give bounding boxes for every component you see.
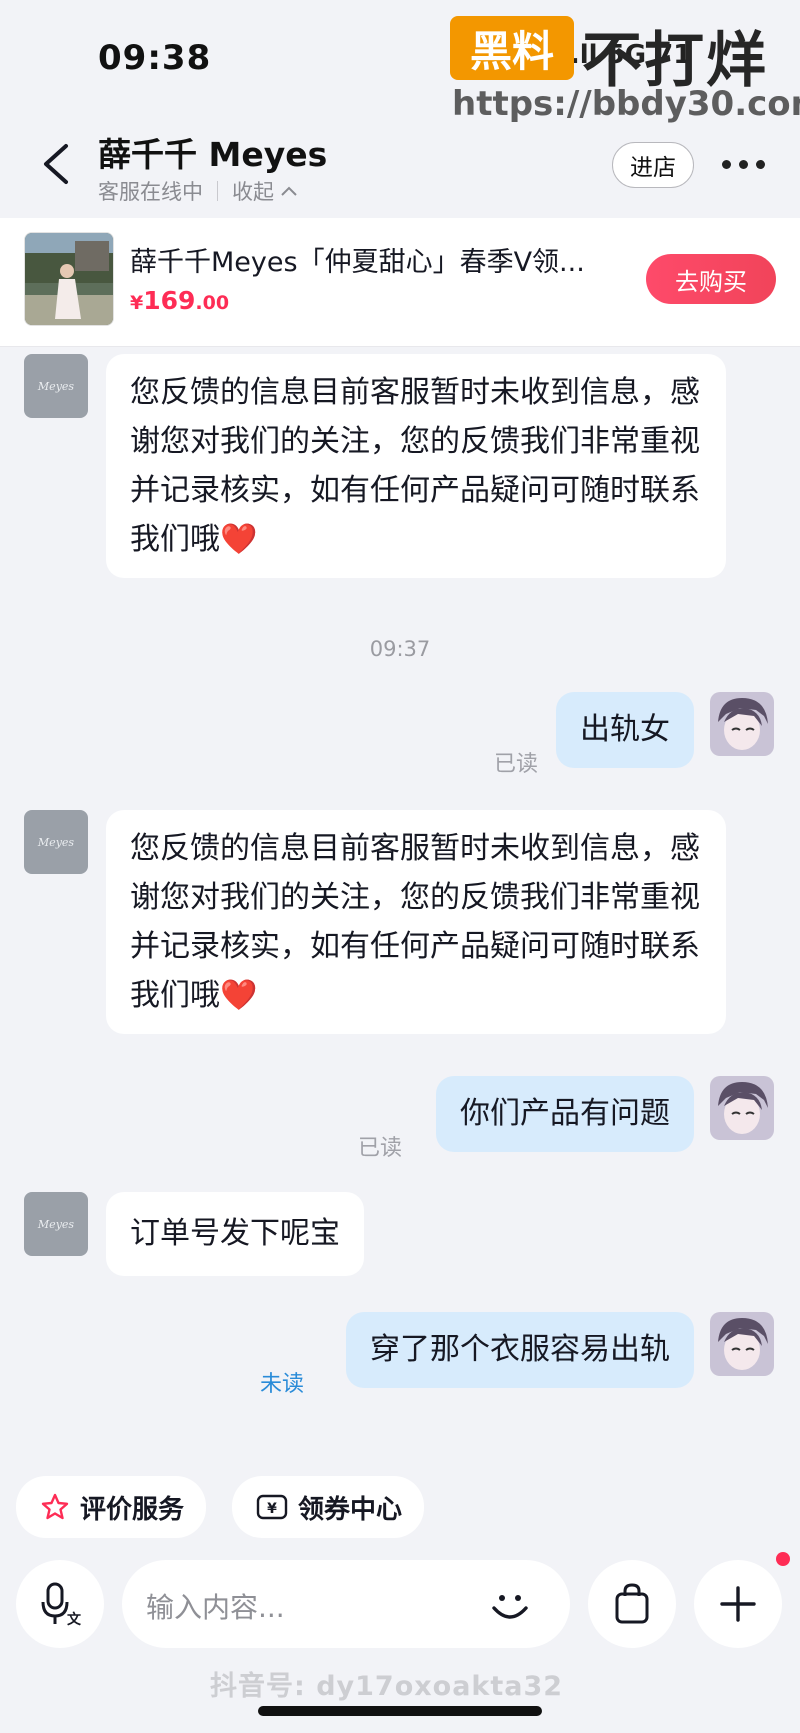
product-thumbnail[interactable] xyxy=(24,232,114,326)
message-input[interactable]: 输入内容... xyxy=(122,1560,570,1648)
unread-status: 未读 xyxy=(259,1372,304,1397)
shop-avatar[interactable]: Meyes xyxy=(24,810,88,874)
price-decimal: .00 xyxy=(195,292,230,314)
dot-icon xyxy=(722,159,731,169)
buy-button[interactable]: 去购买 xyxy=(646,254,776,304)
user-avatar[interactable] xyxy=(710,1312,774,1376)
user-avatar[interactable] xyxy=(710,1076,774,1140)
message-bubble-user[interactable]: 出轨女 xyxy=(556,692,694,768)
service-status: 客服在线中 xyxy=(98,180,203,204)
voice-input-button[interactable]: 文 xyxy=(16,1560,104,1648)
watermark-badge: 黑料 xyxy=(450,16,574,80)
message-bubble-user[interactable]: 你们产品有问题 xyxy=(436,1076,694,1152)
user-avatar[interactable] xyxy=(710,692,774,756)
dot-icon xyxy=(756,159,765,169)
product-price: ¥169.00 xyxy=(130,286,229,315)
message-input-placeholder: 输入内容... xyxy=(146,1591,285,1624)
anime-avatar-icon xyxy=(710,1076,774,1140)
chevron-up-icon xyxy=(281,186,297,196)
status-time: 09:38 xyxy=(98,38,212,78)
watermark-url: https://bbdy30.com xyxy=(452,84,800,124)
price-integer: 169 xyxy=(143,286,196,315)
coupon-center-button[interactable]: ¥ 领券中心 xyxy=(232,1476,425,1538)
star-icon xyxy=(41,1493,69,1520)
shop-avatar[interactable]: Meyes xyxy=(24,354,88,418)
message-bubble-shop[interactable]: 您反馈的信息目前客服暂时未收到信息，感谢您对我们的关注，您的反馈我们非常重视并记… xyxy=(106,354,726,578)
rate-service-button[interactable]: 评价服务 xyxy=(16,1476,207,1538)
douyin-id-watermark: 抖音号: dy17oxoakta32 xyxy=(210,1671,564,1702)
chevron-left-icon xyxy=(44,144,68,184)
read-status: 已读 xyxy=(357,1136,402,1161)
emoji-icon[interactable] xyxy=(488,1584,532,1628)
product-photo-icon xyxy=(25,233,113,325)
divider xyxy=(217,181,218,201)
rate-service-label: 评价服务 xyxy=(80,1494,185,1525)
collapse-label: 收起 xyxy=(232,180,274,204)
anime-avatar-icon xyxy=(710,692,774,756)
coupon-icon: ¥ xyxy=(256,1494,288,1520)
home-indicator[interactable] xyxy=(258,1706,542,1716)
collapse-toggle[interactable]: 收起 xyxy=(232,176,298,206)
product-picker-button[interactable] xyxy=(588,1560,676,1648)
svg-text:¥: ¥ xyxy=(267,1501,277,1517)
anime-avatar-icon xyxy=(710,1312,774,1376)
shop-avatar[interactable]: Meyes xyxy=(24,1192,88,1256)
coupon-center-label: 领券中心 xyxy=(298,1494,403,1525)
chat-title: 薛千千 Meyes xyxy=(98,135,328,174)
shopping-bag-icon xyxy=(615,1583,649,1624)
plus-icon xyxy=(720,1586,756,1622)
svg-text:文: 文 xyxy=(67,1611,82,1628)
message-bubble-shop[interactable]: 您反馈的信息目前客服暂时未收到信息，感谢您对我们的关注，您的反馈我们非常重视并记… xyxy=(106,810,726,1034)
more-actions-button[interactable] xyxy=(694,1560,782,1648)
dot-icon xyxy=(739,159,748,169)
product-card[interactable]: 薛千千Meyes「仲夏甜心」春季V领... ¥169.00 去购买 xyxy=(0,218,800,347)
message-bubble-user[interactable]: 穿了那个衣服容易出轨 xyxy=(346,1312,694,1388)
read-status: 已读 xyxy=(493,752,538,777)
message-bubble-shop[interactable]: 订单号发下呢宝 xyxy=(106,1192,364,1276)
product-name[interactable]: 薛千千Meyes「仲夏甜心」春季V领... xyxy=(130,240,585,279)
message-timestamp: 09:37 xyxy=(369,637,431,661)
notification-dot xyxy=(776,1552,790,1566)
microphone-icon: 文 xyxy=(41,1582,82,1628)
back-button[interactable] xyxy=(38,140,78,188)
price-currency: ¥ xyxy=(130,292,144,314)
chat-subtitle: 客服在线中 收起 xyxy=(98,176,298,206)
enter-store-button[interactable]: 进店 xyxy=(612,142,694,188)
more-options-button[interactable] xyxy=(722,152,766,176)
